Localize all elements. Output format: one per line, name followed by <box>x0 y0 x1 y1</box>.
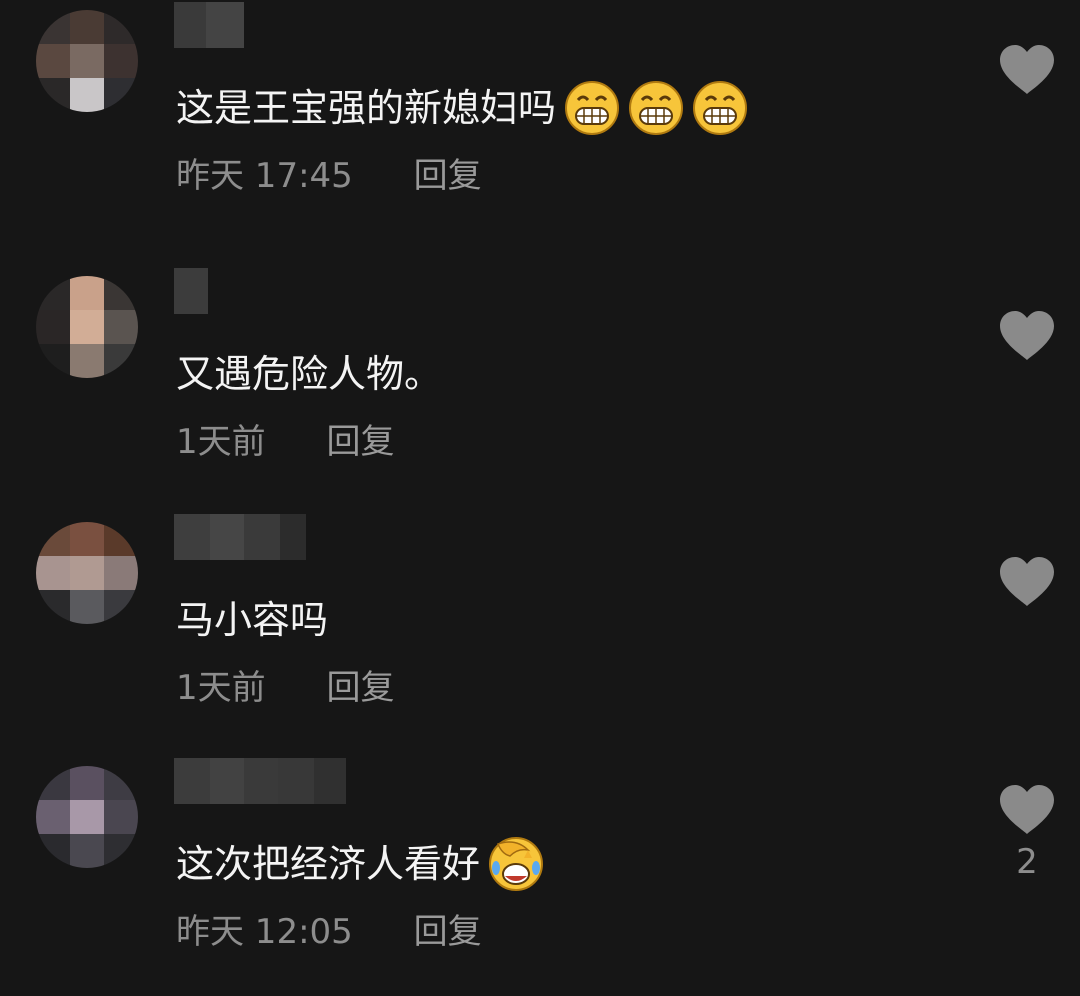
comment-item: 又遇危险人物。 1天前 回复 <box>0 266 1080 506</box>
username-blurred[interactable] <box>174 2 244 48</box>
facepalm-laugh-emoji-icon <box>489 837 544 891</box>
comment-meta: 1天前 回复 <box>176 416 394 468</box>
username-blurred[interactable] <box>174 514 306 560</box>
timestamp: 昨天 12:05 <box>176 912 353 952</box>
grin-emoji-icon <box>693 81 748 135</box>
timestamp: 1天前 <box>176 422 266 462</box>
avatar[interactable] <box>36 522 138 624</box>
reply-button[interactable]: 回复 <box>326 662 394 714</box>
reply-button[interactable]: 回复 <box>414 150 482 202</box>
heart-icon[interactable] <box>998 784 1056 836</box>
grin-emoji-icon <box>629 81 684 135</box>
comment-meta: 昨天 17:45 回复 <box>176 150 482 202</box>
timestamp: 1天前 <box>176 668 266 708</box>
comment-item: 马小容吗 1天前 回复 <box>0 512 1080 752</box>
timestamp: 昨天 17:45 <box>176 156 353 196</box>
reply-button[interactable]: 回复 <box>326 416 394 468</box>
heart-icon[interactable] <box>998 44 1056 96</box>
comment-meta: 昨天 12:05 回复 <box>176 906 482 958</box>
avatar[interactable] <box>36 766 138 868</box>
avatar[interactable] <box>36 276 138 378</box>
comment-meta: 1天前 回复 <box>176 662 394 714</box>
avatar[interactable] <box>36 10 138 112</box>
comment-text: 又遇危险人物。 <box>176 344 442 404</box>
comment-body: 这是王宝强的新媳妇吗 <box>176 86 557 130</box>
comment-body: 又遇危险人物。 <box>176 352 443 396</box>
comment-item: 这次把经济人看好 昨天 12:05 回复 2 <box>0 756 1080 996</box>
comment-body: 马小容吗 <box>176 598 329 642</box>
like-count: 2 <box>1016 842 1038 882</box>
comment-body: 这次把经济人看好 <box>176 842 481 886</box>
username-blurred[interactable] <box>174 268 208 314</box>
reply-button[interactable]: 回复 <box>414 906 482 958</box>
comment-text: 这次把经济人看好 <box>176 834 544 894</box>
grin-emoji-icon <box>565 81 620 135</box>
comment-item: 这是王宝强的新媳妇吗 昨天 17:45 回复 <box>0 0 1080 240</box>
comment-text: 这是王宝强的新媳妇吗 <box>176 78 748 138</box>
heart-icon[interactable] <box>998 556 1056 608</box>
comment-text: 马小容吗 <box>176 590 328 650</box>
heart-icon[interactable] <box>998 310 1056 362</box>
username-blurred[interactable] <box>174 758 346 804</box>
